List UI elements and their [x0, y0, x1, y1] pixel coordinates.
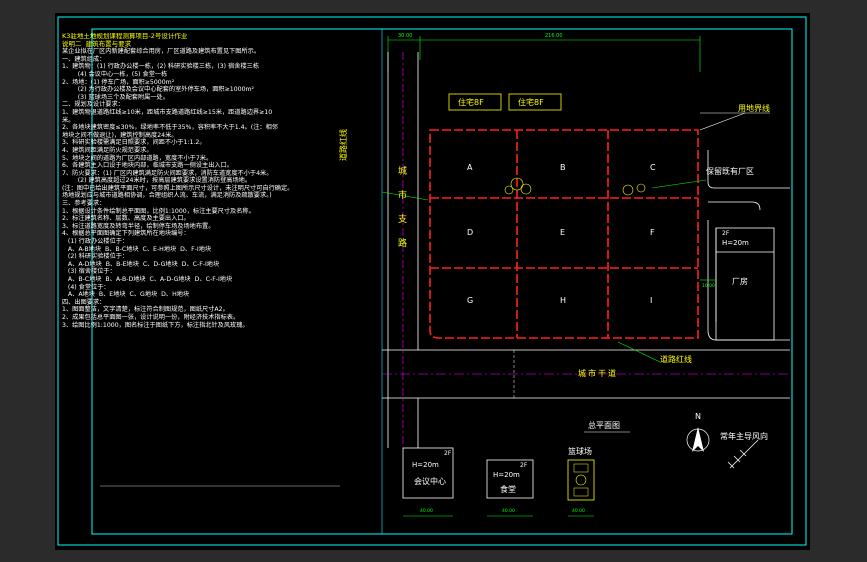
canteen-height: H=20m	[493, 471, 520, 479]
conference-height: H=20m	[412, 461, 439, 469]
court-key	[573, 487, 589, 497]
court-key	[573, 463, 589, 473]
lot-F: F	[650, 228, 655, 237]
road-line-pointer	[617, 341, 661, 363]
note-line: 1、建筑物退道路红线≥10米，距城市支路道路红线≥15米，距道路边界≥10	[62, 108, 273, 116]
court-box	[567, 459, 595, 501]
note-line: (2) 建筑高度超过24米时，按高层建筑要求设置消防登高场地。	[62, 177, 252, 185]
factory-label: 厂房	[732, 277, 748, 286]
factory-top-label: 保留既有厂区	[706, 167, 754, 176]
compass-label: N	[695, 412, 701, 421]
note-line: (2) 为行政办公楼及会议中心配套的室外停车场，面积≥1000m²	[62, 86, 255, 94]
lot-A: A	[467, 163, 473, 172]
factory-area	[707, 150, 790, 341]
factory-floors: 2F	[722, 230, 730, 237]
wind-direction-icon	[727, 439, 759, 469]
note-line: 1、建筑物：(1) 行政办公楼一栋，(2) 科研实验楼三栋，(3) 宿舍楼三栋	[62, 63, 260, 71]
note-line: 场地规划应与城市道路相协调，合理组织人流、车流，满足消防及疏散要求。)	[62, 192, 272, 200]
canteen-name: 食堂	[500, 485, 516, 494]
design-notes: K3驻地土地规划课程测算项目-2号设计作业 说明二 建筑布置与要求 某企业拟在厂区内…	[62, 33, 378, 513]
note-line: (2) 科研实验楼位于：	[62, 253, 129, 261]
canteen-floors: 2F	[520, 462, 528, 469]
note-line: 2、标注建筑名称、层数、高度及主要出入口。	[62, 215, 190, 223]
note-line: (3) 宿舍楼位于：	[62, 268, 116, 276]
note-line: 2、成果包括总平面图一张，设计说明一份，附经济技术指标表。	[62, 313, 240, 321]
court-circle	[575, 474, 587, 486]
note-line: 3、绘图比例1:1000，图名标注于图纸下方，标注指北针及风玫瑰。	[62, 321, 249, 329]
note-line: (4) 会议中心一栋，(5) 食堂一栋	[62, 70, 168, 78]
top-dim-label-2: 216.00	[545, 33, 563, 39]
lot-I: I	[650, 296, 653, 305]
road-line-label-left: 道路红线	[339, 129, 348, 161]
conference-name: 会议中心	[414, 477, 446, 486]
lot-H: H	[560, 296, 567, 305]
note-line: 3、科研实验楼需满足日照要求，间距不小于1:1.2。	[62, 139, 206, 147]
branch-road-label: 城市支路	[398, 167, 408, 249]
wind-label: 常年主导风向	[720, 432, 768, 441]
note-line: (1) 行政办公楼位于：	[62, 238, 129, 246]
note-line: 5、地块之间的道路为厂区内部道路，宽度不小于7米。	[62, 154, 213, 162]
note-line: 4、根据总平面图确定下列建筑所在地块编号：	[62, 230, 190, 238]
court-label: 篮球场	[568, 447, 592, 456]
lot-C: C	[650, 163, 656, 172]
housing-1-label: 住宅8F	[458, 98, 484, 107]
north-arrow-icon	[686, 427, 710, 452]
conference-dim-label: 40.00	[420, 509, 433, 514]
note-line: 米。	[62, 116, 75, 124]
note-line: 1、图面整洁，文字清楚，标注符合制图规范，图纸尺寸A2。	[62, 306, 229, 314]
factory-height: H=20m	[722, 239, 749, 247]
notes-body: 某企业拟在厂区内新建配套综合用房，厂区道路及建筑布置见下图所示。 一、建筑组成： 1…	[62, 48, 378, 329]
road-line-label-bottom: 道路红线	[660, 355, 692, 364]
note-line: 二、规划及设计要求：	[62, 101, 124, 109]
main-road-label: 城市干道	[578, 369, 618, 378]
lot-D: D	[467, 228, 474, 237]
note-line: A、B-C地块 B、A-B-D地块 C、A-D-G地块 D、C-F-I地块	[62, 276, 233, 283]
note-line: 某企业拟在厂区内新建配套综合用房，厂区道路及建筑布置见下图所示。	[62, 48, 260, 56]
top-dim-label-1: 30.00	[398, 33, 413, 39]
trees	[504, 177, 646, 196]
lot-G: G	[467, 296, 474, 305]
note-line: A、A地块 B、E地块 C、G地块 D、H地块	[62, 291, 190, 299]
note-line: 6、各建筑主入口设于地块内部，临城市支路一侧设主出入口。	[62, 162, 233, 170]
cad-viewport: K3驻地土地规划课程测算项目-2号设计作业 说明二 建筑布置与要求 某企业拟在厂区内…	[0, 0, 867, 562]
conference-floors: 2F	[444, 450, 452, 457]
right-dim-label: 10.00	[702, 284, 715, 289]
boundary-leader	[699, 112, 746, 131]
canteen-dim-label: 40.00	[502, 509, 515, 514]
lot-E: E	[560, 228, 566, 237]
lot-B: B	[560, 163, 566, 172]
note-line: 三、参考要求：	[62, 200, 106, 208]
court-dim-label: 40.00	[572, 509, 585, 514]
boundary-label: 用地界线	[738, 104, 770, 113]
note-line: 2、各地块建筑密度≤30%，绿地率不低于35%，容积率不大于1.4。(注：相邻	[62, 124, 278, 132]
housing-2-label: 住宅8F	[518, 98, 544, 107]
note-line: 4、建筑间距满足防火规范要求。	[62, 146, 153, 154]
plan-title: 总平面图	[588, 421, 620, 430]
